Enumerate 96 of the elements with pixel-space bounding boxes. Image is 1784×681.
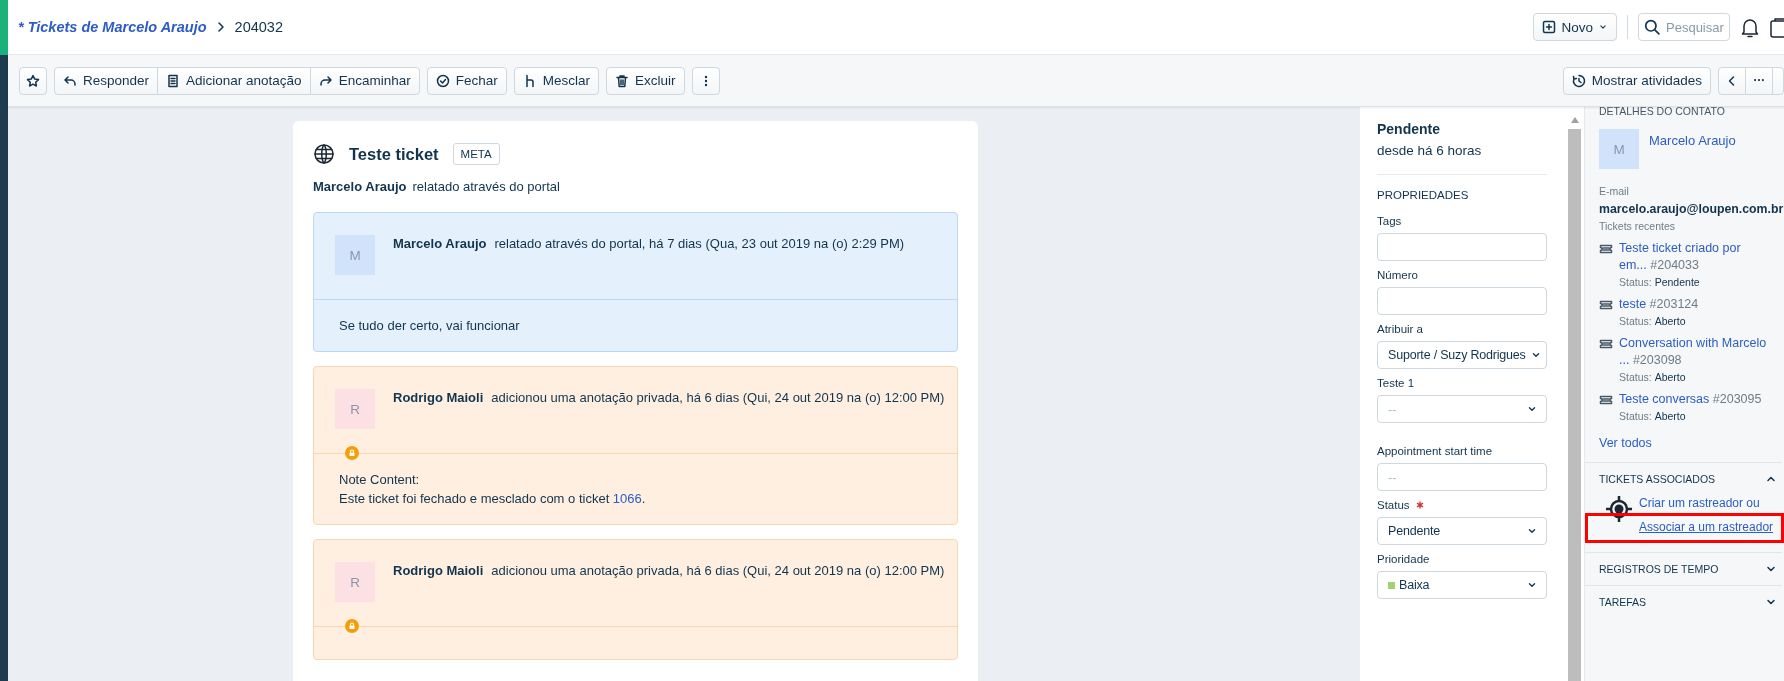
section-title: TAREFAS — [1599, 596, 1647, 608]
status-label: Status: — [1619, 371, 1652, 383]
input-field[interactable] — [1377, 233, 1547, 261]
field-label: Atribuir a — [1377, 323, 1424, 335]
reply-icon — [63, 73, 77, 88]
status-value: Pendente — [1654, 276, 1700, 288]
recent-tickets-label: Tickets recentes — [1599, 220, 1677, 232]
conversation-meta: relatado através do portal, há 7 dias (Qua, 23 out 2019 na (o) 2:29 PM) — [494, 236, 905, 251]
section-title: REGISTROS DE TEMPO — [1599, 563, 1719, 575]
ticket-icon — [1599, 298, 1613, 312]
toolbar-button[interactable]: Fechar — [426, 66, 507, 95]
toolbar-button[interactable]: Mesclar — [513, 66, 599, 95]
more-icon — [1754, 79, 1764, 82]
message-text: Se tudo der certo, vai funcionar — [339, 317, 521, 335]
status-value: Aberto — [1654, 371, 1686, 383]
conversation-meta: adicionou uma anotação privada, há 6 dias (Qui, 24 out 2019 na (o) 12:00 PM) — [491, 563, 945, 578]
section-header[interactable]: REGISTROS DE TEMPO — [1599, 553, 1780, 585]
brand-strip — [0, 0, 8, 55]
associate-tracker-link[interactable]: Associar a um rastreador — [1639, 519, 1774, 536]
status-label: Status: — [1619, 276, 1652, 288]
status-value: Aberto — [1654, 410, 1686, 422]
status-label: Status: — [1619, 410, 1652, 422]
field-label: Número — [1377, 269, 1418, 281]
reporter-name: Marcelo Araujo — [313, 179, 407, 194]
toolbar-button[interactable]: Responder — [54, 66, 159, 95]
status-since: desde há 6 horas — [1377, 143, 1547, 175]
globe-icon — [313, 143, 335, 165]
recent-ticket-link[interactable]: Conversation with Marcelo ... #203098 — [1619, 335, 1769, 369]
more-button[interactable] — [691, 66, 720, 95]
ticket-id: 204032 — [234, 19, 283, 35]
report-source: relatado através do portal — [412, 179, 560, 194]
section-heading: DETALHES DO CONTATO — [1599, 107, 1726, 117]
scroll-up-icon — [1570, 117, 1579, 123]
scrollbar-thumb[interactable] — [1568, 129, 1581, 681]
clock-icon — [1571, 73, 1586, 88]
avatar: M — [1599, 129, 1639, 169]
dropdown[interactable]: Pendente — [1377, 517, 1547, 545]
toolbar-button[interactable]: Excluir — [606, 66, 685, 95]
favorite-button[interactable] — [19, 66, 47, 95]
lock-icon — [345, 446, 359, 460]
section-header[interactable]: TICKETS ASSOCIADOS — [1599, 463, 1780, 495]
recent-ticket-link[interactable]: teste #203124 — [1619, 296, 1769, 313]
ticket-link[interactable]: 1066 — [612, 491, 642, 506]
input-field[interactable]: -- — [1377, 463, 1547, 491]
email-label: E-mail — [1599, 185, 1630, 197]
field-label: Tags — [1377, 215, 1402, 227]
message-text: Este ticket foi fechado e mesclado com o ticket 1066. — [339, 490, 647, 508]
dropdown[interactable]: Suporte / Suzy Rodrigues — [1377, 341, 1547, 369]
contact-name-link[interactable]: Marcelo Araujo — [1649, 133, 1736, 148]
avatar: R — [335, 389, 375, 429]
field-label: Teste 1 — [1377, 377, 1415, 389]
toolbar-button[interactable]: Adicionar anotação — [157, 66, 311, 95]
input-field[interactable] — [1377, 287, 1547, 315]
section-header[interactable]: TAREFAS — [1599, 586, 1780, 618]
field-label: Prioridade — [1377, 553, 1430, 565]
field-label: Status — [1377, 499, 1410, 511]
ticket-icon — [1599, 393, 1613, 407]
toolbar-button[interactable]: Encaminhar — [309, 66, 420, 95]
author-name: Rodrigo Maioli — [393, 563, 484, 578]
section-title: TICKETS ASSOCIADOS — [1599, 473, 1716, 485]
section-heading: PROPRIEDADES — [1377, 189, 1470, 201]
ticket-status: Pendente — [1377, 121, 1441, 137]
trash-icon — [615, 73, 629, 88]
avatar: M — [335, 235, 375, 275]
plus-square-icon — [1542, 20, 1557, 34]
next-button[interactable] — [1772, 66, 1784, 95]
breadcrumb-link[interactable]: * Tickets de Marcelo Araujo — [18, 19, 207, 35]
field-label: Appointment start time — [1377, 445, 1493, 457]
note-icon — [166, 73, 181, 88]
activity-button[interactable]: Mostrar atividades — [1562, 66, 1711, 95]
previous-button[interactable] — [1718, 66, 1746, 95]
status-value: Aberto — [1654, 315, 1686, 327]
lock-icon — [345, 619, 359, 633]
create-tracker-link[interactable]: Criar um rastreador ou — [1639, 495, 1774, 512]
bell-icon — [1740, 16, 1760, 38]
view-all-link[interactable]: Ver todos — [1599, 436, 1782, 450]
ticket-icon — [1599, 242, 1613, 256]
meta-badge: META — [452, 143, 500, 165]
star-icon — [26, 73, 40, 88]
ticket-icon — [1599, 337, 1613, 351]
check-circle-icon — [435, 73, 450, 88]
message-text: Note Content: — [339, 471, 421, 489]
conversation-meta: adicionou uma anotação privada, há 6 dias (Qui, 24 out 2019 na (o) 12:00 PM) — [491, 390, 945, 405]
recent-ticket-link[interactable]: Teste ticket criado por em... #204033 — [1619, 240, 1769, 274]
forward-icon — [318, 73, 333, 88]
ticket-title: Teste ticket — [349, 144, 439, 164]
author-name: Rodrigo Maioli — [393, 390, 484, 405]
dropdown[interactable]: Baixa — [1377, 571, 1547, 599]
search-field[interactable]: Pesquisar — [1638, 13, 1730, 41]
target-icon — [1605, 495, 1633, 523]
status-label: Status: — [1619, 315, 1652, 327]
email-address: marcelo.araujo@loupen.com.br — [1599, 202, 1782, 216]
recent-ticket-link[interactable]: Teste conversas #203095 — [1619, 391, 1769, 408]
avatar: R — [335, 562, 375, 602]
author-name: Marcelo Araujo — [393, 236, 487, 251]
new-button[interactable]: Novo — [1533, 13, 1617, 41]
